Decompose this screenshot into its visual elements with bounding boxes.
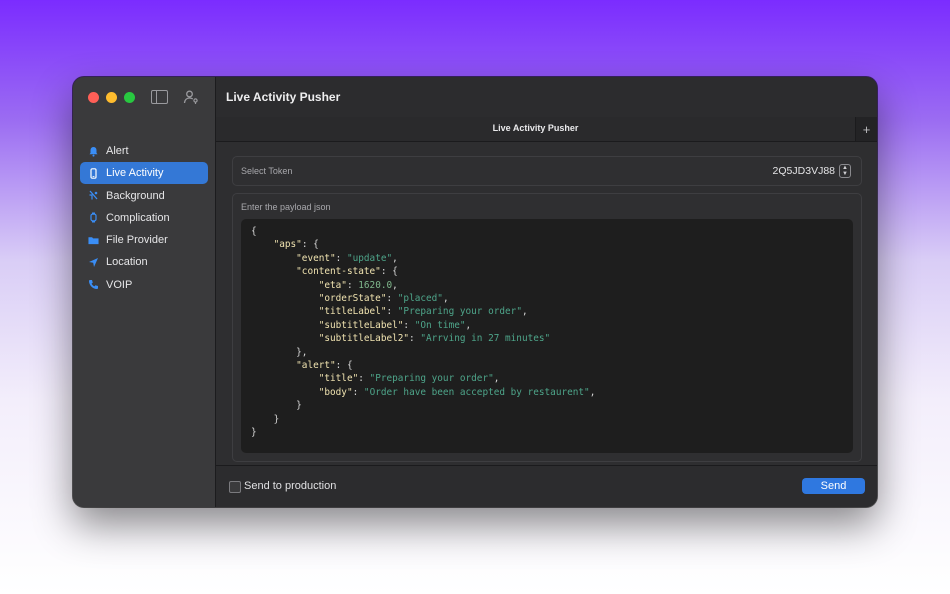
sidebar-toggle-icon[interactable] [151,90,168,104]
sidebar-item-complication[interactable]: Complication [80,207,208,229]
send-button[interactable]: Send [802,478,865,494]
footer-bar: Send to production Send [216,465,877,507]
sidebar-nav: Alert Live Activity Background Complicat… [80,140,208,296]
location-arrow-icon [88,257,99,268]
token-popup-button[interactable]: 2Q5JD3VJ88 ▲ ▼ [773,164,851,178]
sidebar-item-label: Live Activity [106,167,164,180]
sidebar-item-file-provider[interactable]: File Provider [80,229,208,251]
sidebar-item-label: VOIP [106,278,133,291]
tab-live-activity-pusher[interactable]: Live Activity Pusher [216,123,855,133]
sidebar-item-label: Alert [106,145,129,157]
app-window: Alert Live Activity Background Complicat… [73,77,877,507]
sidebar-item-background[interactable]: Background [80,185,208,207]
send-to-production-label[interactable]: Send to production [244,480,336,492]
main-panel: Live Activity Pusher Live Activity Pushe… [216,77,877,507]
sidebar-item-label: Location [106,256,148,269]
traffic-lights [88,92,135,103]
payload-section: Enter the payload json { "aps": { "event… [232,193,862,462]
sidebar-item-live-activity[interactable]: Live Activity [80,162,208,185]
payload-json-editor[interactable]: { "aps": { "event": "update", "content-s… [241,219,853,453]
phone-icon [88,167,99,179]
background-icon [88,190,99,201]
minimize-window-button[interactable] [106,92,117,103]
token-selector[interactable]: Select Token 2Q5JD3VJ88 ▲ ▼ [232,156,862,186]
sidebar-item-label: Complication [106,211,170,224]
folder-icon [88,235,99,246]
bell-icon [88,146,99,157]
sidebar-item-alert[interactable]: Alert [80,140,208,162]
close-window-button[interactable] [88,92,99,103]
sidebar-item-location[interactable]: Location [80,251,208,273]
payload-label: Enter the payload json [241,202,331,212]
token-value: 2Q5JD3VJ88 [772,165,835,177]
chevron-up-down-icon: ▲ ▼ [839,164,851,178]
watch-icon [88,212,99,223]
sidebar-item-label: Background [106,189,165,202]
sidebar-item-label: File Provider [106,234,168,247]
token-label: Select Token [241,166,293,176]
maximize-window-button[interactable] [124,92,135,103]
tab-bar: Live Activity Pusher + [216,117,877,142]
content-area: Select Token 2Q5JD3VJ88 ▲ ▼ Enter the pay… [216,142,877,465]
add-tab-button[interactable]: + [855,117,877,141]
sidebar: Alert Live Activity Background Complicat… [73,77,216,507]
window-title: Live Activity Pusher [226,90,341,104]
title-bar: Live Activity Pusher [216,77,877,117]
user-settings-icon[interactable] [183,89,199,105]
send-to-production-checkbox[interactable] [229,481,241,493]
sidebar-item-voip[interactable]: VOIP [80,274,208,296]
phone-call-icon [88,279,99,290]
